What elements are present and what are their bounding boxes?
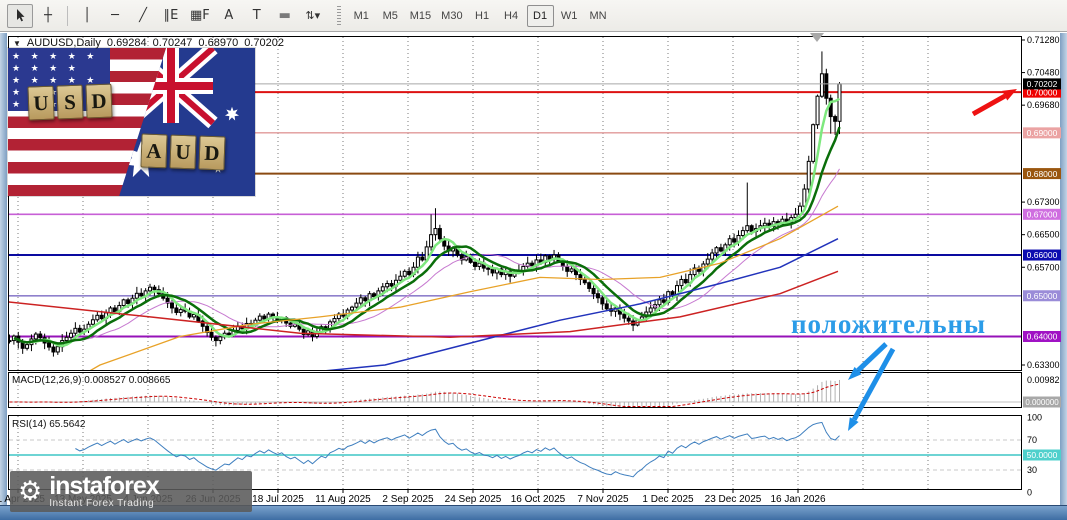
metatrader-window: ┼ │ ─ ╱ ∥E ▦F A T ▬ ⇅▾ M1 M5 M15 M30 H1 … [0,0,1067,520]
svg-text:0.68000: 0.68000 [1027,169,1058,179]
svg-text:0.69680: 0.69680 [1027,100,1060,110]
svg-text:18 Jul 2025: 18 Jul 2025 [252,494,304,505]
svg-text:0.70480: 0.70480 [1027,68,1060,78]
svg-text:0.69000: 0.69000 [1027,128,1058,138]
watermark-tagline: Instant Forex Trading [49,497,155,509]
instaforex-logo-icon: ⚙ [18,476,43,507]
svg-text:30: 30 [1027,465,1037,475]
chart-title: AUDUSD,Daily [26,37,101,49]
macd-zero-label: 0.000000 [1023,396,1061,408]
price-axis: 0.71280 0.70480 0.69680 0.67300 0.66500 0.657… [1021,35,1061,498]
svg-text:24 Sep 2025: 24 Sep 2025 [445,494,502,505]
svg-text:0.66500: 0.66500 [1027,230,1060,240]
svg-text:0.71280: 0.71280 [1027,35,1060,45]
price-label-0.67000: 0.67000 [1023,208,1061,220]
tile-letter: A [140,133,168,169]
instaforex-watermark: ⚙ instaforex Instant Forex Trading [10,471,252,512]
ohlc-close: 0.70202 [244,37,284,49]
svg-text:0.64000: 0.64000 [1027,332,1058,342]
price-label-0.65000: 0.65000 [1023,290,1061,302]
high-marker-triangle [810,33,824,42]
macd-signal-line [9,383,840,407]
tile-letter: U [27,85,55,121]
svg-text:0.66000: 0.66000 [1027,250,1058,260]
svg-text:0.70202: 0.70202 [1027,79,1058,89]
tile-letter: D [85,83,113,119]
svg-text:7 Nov 2025: 7 Nov 2025 [577,494,629,505]
svg-text:2 Sep 2025: 2 Sep 2025 [382,494,434,505]
svg-text:0.63300: 0.63300 [1027,360,1060,370]
rsi-50-label: 50.0000 [1023,449,1061,461]
symbol-dropdown-arrow[interactable]: ▼ [13,39,21,48]
svg-text:50.0000: 50.0000 [1027,450,1058,460]
ohlc-low: 0.68970 [198,37,239,49]
rsi-label: RSI(14) 65.5642 [12,419,86,430]
current-price-label: 0.70202 [1023,78,1061,90]
svg-text:16 Oct 2025: 16 Oct 2025 [511,494,566,505]
ohlc-high: 0.70247 [152,37,193,49]
usd-tiles: USD [27,83,115,121]
svg-text:1 Dec 2025: 1 Dec 2025 [642,494,694,505]
svg-text:0.000000: 0.000000 [1025,398,1059,407]
chart-title-bar: ▼ AUDUSD,Daily 0.69284 0.70247 0.68970 0… [13,37,284,49]
rsi-line [75,421,840,478]
watermark-brand: instaforex [49,471,159,500]
svg-text:11 Aug 2025: 11 Aug 2025 [315,494,371,505]
svg-text:0: 0 [1027,488,1032,498]
price-label-0.69000: 0.69000 [1023,127,1061,139]
price-label-0.68000: 0.68000 [1023,168,1061,180]
svg-text:0.67300: 0.67300 [1027,197,1060,207]
macd-label: MACD(12,26,9) 0.008527 0.008665 [12,375,171,386]
svg-text:0.65700: 0.65700 [1027,262,1060,272]
ohlc-open: 0.69284 [106,37,147,49]
svg-text:0.65000: 0.65000 [1027,291,1058,301]
orange_ma-line [90,205,839,370]
svg-text:0.67000: 0.67000 [1027,210,1058,220]
svg-text:16 Jan 2026: 16 Jan 2026 [770,494,825,505]
price-label-0.66000: 0.66000 [1023,249,1061,261]
usd-aud-flag-image: ★ ★ ★ ★ ★★ ★ ★ ★★ ★ ★ ★ ★★ ★ ★ ★★ ★ ★ ★ … [8,48,255,196]
svg-text:0.00982: 0.00982 [1027,375,1060,385]
tile-letter: S [56,84,84,120]
annotation-text: положительны [791,309,987,339]
price-label-0.64000: 0.64000 [1023,330,1061,342]
tile-letter: U [169,134,197,170]
svg-text:100: 100 [1027,413,1042,423]
aud-tiles: AUD [140,133,228,171]
blue-arrows [848,342,896,431]
svg-text:23 Dec 2025: 23 Dec 2025 [705,494,762,505]
svg-text:70: 70 [1027,435,1037,445]
tile-letter: D [198,135,226,171]
